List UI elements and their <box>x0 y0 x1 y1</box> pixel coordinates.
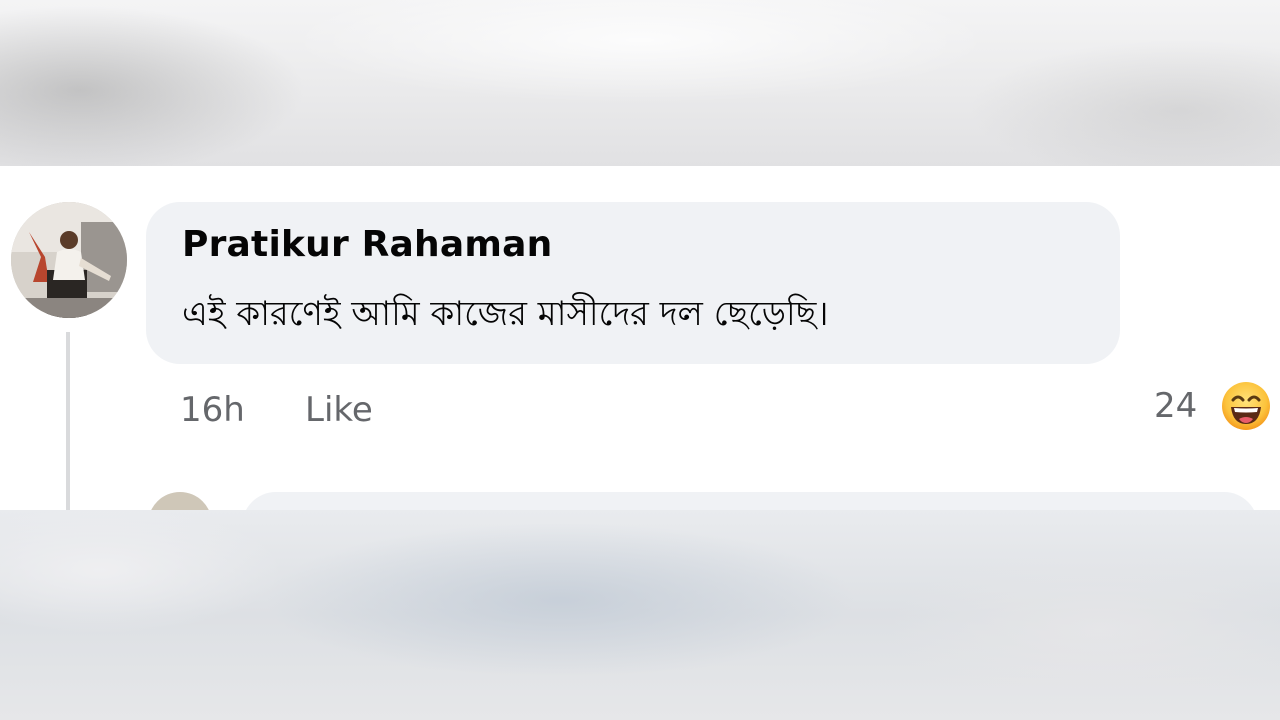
like-button[interactable]: Like <box>305 390 373 430</box>
blurred-background-bottom <box>0 510 1280 720</box>
comment-bubble: Pratikur Rahaman এই কারণেই আমি কাজের মাস… <box>146 202 1120 364</box>
screenshot-stage: Pratikur Rahaman এই কারণেই আমি কাজের মাস… <box>0 0 1280 720</box>
comment-card: Pratikur Rahaman এই কারণেই আমি কাজের মাস… <box>0 166 1280 572</box>
avatar-photo-icon <box>11 202 127 318</box>
comment-author[interactable]: Pratikur Rahaman <box>182 224 552 265</box>
thread-line <box>66 332 70 512</box>
comment-text: এই কারণেই আমি কাজের মাসীদের দল ছেড়েছি। <box>182 294 829 334</box>
laughing-emoji-icon[interactable] <box>1220 380 1272 432</box>
blurred-background-top <box>0 0 1280 166</box>
author-avatar[interactable] <box>11 202 127 318</box>
reaction-count[interactable]: 24 <box>1154 386 1197 426</box>
comment-timestamp[interactable]: 16h <box>180 390 245 430</box>
